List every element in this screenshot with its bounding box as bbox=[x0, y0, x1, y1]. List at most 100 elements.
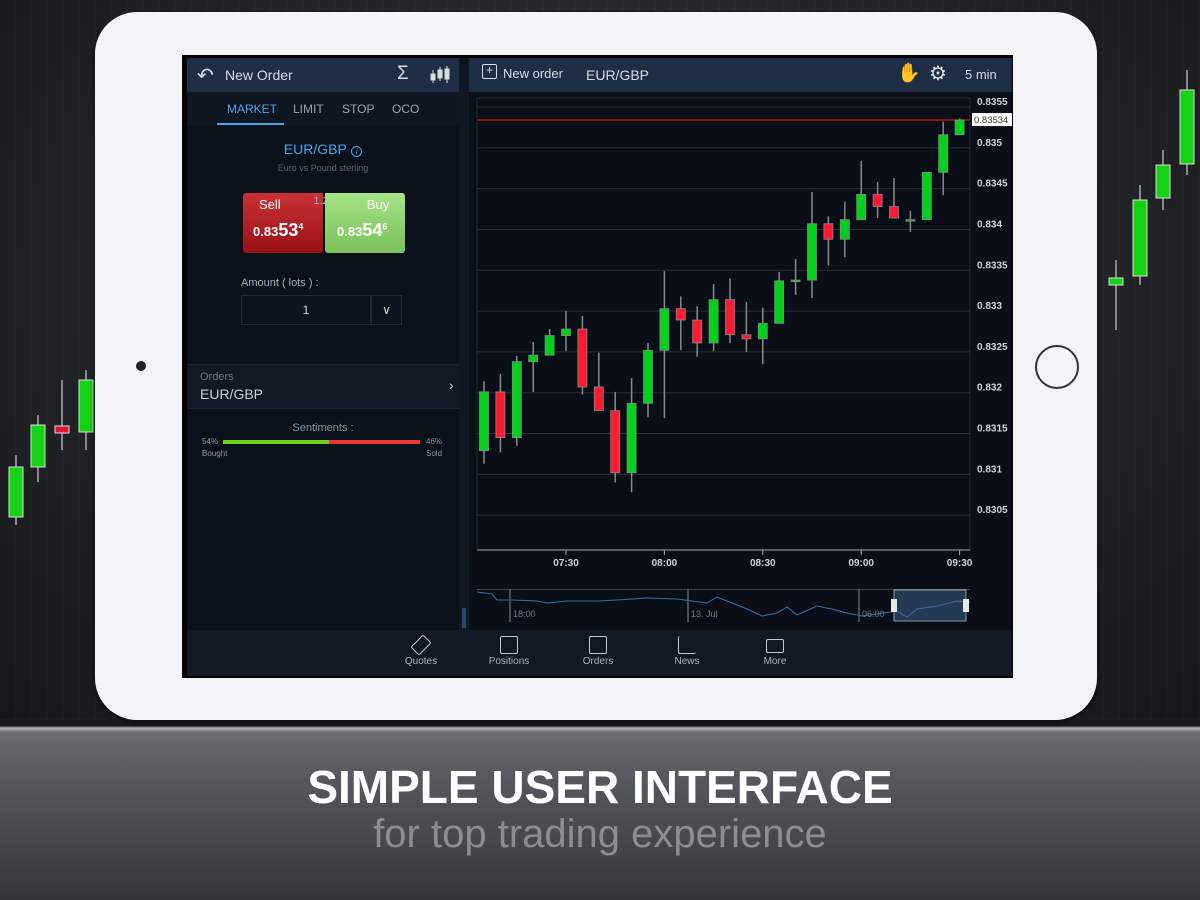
promo-headline: SIMPLE USER INTERFACE bbox=[307, 761, 893, 813]
chart-header: + New order EUR/GBP ✋ ⚙ 5 min bbox=[469, 58, 1012, 92]
briefcase-icon bbox=[766, 639, 784, 653]
tab-oco[interactable]: OCO bbox=[392, 102, 419, 116]
amount-input[interactable]: 1 bbox=[241, 295, 371, 325]
sentiment-bar bbox=[223, 440, 420, 444]
y-tick-label: 0.834 bbox=[977, 219, 1002, 230]
back-arrow-icon[interactable]: ↶ bbox=[197, 63, 214, 88]
nav-label: Positions bbox=[488, 656, 530, 667]
tab-market[interactable]: MARKET bbox=[227, 102, 277, 116]
gear-icon[interactable]: ⚙ bbox=[929, 61, 947, 86]
bought-label: Bought bbox=[202, 449, 228, 458]
x-tick-label: 08:30 bbox=[750, 558, 776, 569]
candle-down bbox=[577, 328, 588, 388]
nav-label: More bbox=[763, 656, 787, 667]
y-tick-label: 0.8355 bbox=[977, 97, 1008, 108]
new-order-button[interactable]: New order bbox=[503, 66, 563, 81]
y-tick-label: 0.8335 bbox=[977, 260, 1008, 271]
candle-up bbox=[643, 349, 653, 404]
x-tick-label: 09:30 bbox=[947, 558, 973, 569]
candle-up bbox=[561, 328, 571, 336]
touch-hand-icon[interactable]: ✋ bbox=[897, 61, 921, 85]
nav-more[interactable]: More bbox=[740, 630, 810, 676]
amount-dropdown-chevron-icon[interactable]: ∨ bbox=[371, 295, 402, 325]
y-tick-label: 0.8315 bbox=[977, 424, 1008, 435]
plot-frame bbox=[476, 97, 971, 551]
home-button[interactable] bbox=[1035, 345, 1079, 389]
sell-price-fraction: 4 bbox=[298, 221, 304, 232]
y-tick-label: 0.833 bbox=[977, 301, 1002, 312]
orders-instrument: EUR/GBP bbox=[200, 386, 264, 402]
nav-label: News bbox=[674, 656, 700, 667]
tab-stop[interactable]: STOP bbox=[342, 102, 374, 116]
news-icon bbox=[678, 636, 696, 654]
nav-orders[interactable]: Orders bbox=[563, 630, 633, 676]
candle-up bbox=[807, 223, 817, 281]
chevron-right-icon: › bbox=[449, 377, 454, 393]
orders-icon bbox=[589, 636, 607, 654]
current-price-label: 0.83534 bbox=[974, 115, 1008, 126]
candle-up bbox=[708, 299, 719, 344]
sell-price-pips: 53 bbox=[278, 220, 299, 240]
tab-limit[interactable]: LIMIT bbox=[293, 102, 324, 116]
nav-positions[interactable]: Positions bbox=[474, 630, 544, 676]
candle-down bbox=[495, 391, 506, 439]
active-tab-indicator bbox=[217, 123, 284, 125]
candlestick-icon[interactable] bbox=[429, 65, 451, 85]
timeframe-selector[interactable]: 5 min bbox=[965, 67, 997, 82]
candle-down bbox=[675, 308, 686, 321]
quotes-icon bbox=[410, 634, 432, 656]
y-tick-label: 0.8325 bbox=[977, 342, 1008, 353]
new-order-icon[interactable]: + bbox=[482, 64, 497, 79]
instrument-description: Euro vs Pound sterling bbox=[277, 163, 369, 173]
candle-up bbox=[774, 280, 785, 324]
nav-quotes[interactable]: Quotes bbox=[386, 630, 456, 676]
nav-label: Orders bbox=[582, 656, 614, 667]
candle-down bbox=[610, 410, 621, 474]
sentiments-label: Sentiments : bbox=[292, 422, 354, 434]
scrollbar-thumb[interactable] bbox=[462, 608, 466, 628]
x-tick-label: 09:00 bbox=[848, 558, 874, 569]
sigma-icon[interactable]: Σ bbox=[397, 63, 409, 85]
orders-row[interactable]: Orders EUR/GBP › bbox=[187, 364, 459, 409]
buy-price-prefix: 0.83 bbox=[337, 224, 363, 239]
candlestick-chart[interactable]: 0.8355 0.835 0.8345 0.834 0.8335 0.833 0.8325 0… bbox=[469, 92, 1012, 630]
nav-label: Quotes bbox=[404, 656, 438, 667]
navigator-label: 13. Jul bbox=[691, 609, 718, 619]
chart-symbol[interactable]: EUR/GBP bbox=[586, 67, 649, 83]
y-tick-label: 0.8305 bbox=[977, 505, 1008, 516]
candle-up bbox=[856, 193, 867, 221]
candle-down bbox=[725, 299, 735, 336]
candle-up bbox=[954, 119, 965, 136]
y-tick-label: 0.8345 bbox=[977, 179, 1008, 190]
navigator-left-handle bbox=[891, 599, 897, 612]
positions-icon bbox=[500, 636, 518, 654]
sold-label: Sold bbox=[426, 449, 443, 458]
candle-up bbox=[905, 219, 916, 222]
camera-icon bbox=[136, 361, 146, 371]
info-icon[interactable]: i bbox=[351, 146, 363, 157]
buy-button[interactable]: Buy 0.83546 bbox=[325, 193, 405, 253]
amount-label: Amount ( lots ) : bbox=[241, 277, 319, 289]
candle-down bbox=[741, 334, 752, 340]
navigator[interactable]: 18:00 13. Jul 06:00 bbox=[477, 589, 970, 622]
sold-percent: 46% bbox=[426, 437, 443, 446]
nav-news[interactable]: News bbox=[652, 630, 722, 676]
x-tick-label: 07:30 bbox=[553, 558, 579, 569]
candle-up bbox=[479, 391, 489, 452]
candle-up bbox=[790, 279, 801, 282]
candle-up bbox=[544, 335, 555, 356]
candle-up bbox=[938, 134, 949, 173]
candle-down bbox=[872, 193, 883, 207]
order-type-tabs: MARKET LIMIT STOP OCO bbox=[187, 92, 459, 126]
panel-title: New Order bbox=[225, 67, 293, 83]
candle-up bbox=[921, 171, 932, 221]
candle-up bbox=[511, 361, 522, 439]
navigator-right-handle bbox=[963, 599, 969, 612]
navigator-series bbox=[477, 589, 970, 622]
candle-up bbox=[839, 219, 850, 240]
sentiment-bought-fill bbox=[223, 440, 330, 444]
panel-divider[interactable] bbox=[459, 58, 469, 630]
candle-down bbox=[692, 319, 703, 344]
x-tick-label: 08:00 bbox=[652, 558, 678, 569]
buy-label: Buy bbox=[366, 197, 390, 212]
